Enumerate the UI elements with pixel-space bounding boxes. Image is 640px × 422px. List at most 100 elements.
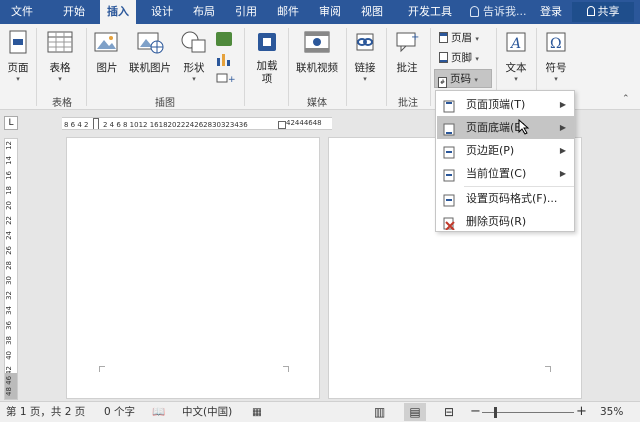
chevron-down-icon: ▾ xyxy=(475,55,479,63)
chart-button[interactable] xyxy=(216,52,232,66)
menu-item-current-position[interactable]: 当前位置(C) ▶ xyxy=(437,162,574,185)
menu-item-page-margins[interactable]: 页边距(P) ▶ xyxy=(437,139,574,162)
share-label: 共享 xyxy=(597,5,620,18)
footer-button[interactable]: 页脚 ▾ xyxy=(436,49,492,67)
zoom-out-icon[interactable]: − xyxy=(470,402,481,422)
ruler-mid-ticks: 2 4 6 8 1012 1618202224262830323436 xyxy=(102,121,248,129)
tab-insert[interactable]: 插入 xyxy=(100,0,136,24)
mouse-cursor-icon xyxy=(518,118,530,138)
vruler-tick: 14 xyxy=(5,156,13,165)
group-label-media: 媒体 xyxy=(307,98,327,109)
chevron-down-icon: ▾ xyxy=(16,75,20,83)
symbol-button[interactable]: Ω 符号 ▾ xyxy=(540,30,572,83)
addins-button[interactable]: 加载项 xyxy=(252,30,282,86)
menu-item-label: 页面顶端(T) xyxy=(466,98,526,111)
smartart-button[interactable] xyxy=(216,32,232,46)
tab-references[interactable]: 引用 xyxy=(228,0,264,24)
tab-mailings[interactable]: 邮件 xyxy=(270,0,306,24)
online-video-label: 联机视频 xyxy=(296,62,338,74)
header-button[interactable]: 页眉 ▾ xyxy=(436,29,492,47)
chevron-down-icon: ▾ xyxy=(192,75,196,83)
word-count[interactable]: 0 个字 xyxy=(104,402,135,422)
header-icon xyxy=(439,32,448,43)
comment-button[interactable]: + 批注 xyxy=(392,30,422,75)
divider xyxy=(288,28,289,106)
zoom-in-icon[interactable]: + xyxy=(576,402,587,422)
divider xyxy=(244,28,245,106)
page-number-button[interactable]: # 页码 ▾ xyxy=(434,69,492,88)
menu-item-remove-page-numbers[interactable]: 删除页码(R) xyxy=(437,210,574,233)
store-icon xyxy=(258,33,276,51)
menu-item-page-bottom[interactable]: 页面底端(B) ▶ xyxy=(437,116,574,139)
vruler-tick: 30 xyxy=(5,276,13,285)
submenu-arrow-icon: ▶ xyxy=(559,146,566,155)
divider xyxy=(346,28,347,106)
comment-icon: + xyxy=(396,32,419,53)
collapse-ribbon-button[interactable]: ⌃ xyxy=(622,94,630,104)
tab-selector[interactable]: L xyxy=(4,116,18,130)
proofing-icon[interactable]: 📖 xyxy=(152,402,165,422)
vruler-tick: 48 46 xyxy=(5,373,17,399)
video-icon xyxy=(304,31,330,53)
text-box-icon: A xyxy=(506,32,526,52)
read-mode-icon[interactable]: ▥ xyxy=(374,402,385,422)
symbol-label: 符号 xyxy=(545,62,567,74)
links-button[interactable]: 链接 ▾ xyxy=(350,30,380,83)
menu-item-format-page-numbers[interactable]: 设置页码格式(F)... xyxy=(437,187,574,210)
table-button[interactable]: 表格 ▾ xyxy=(42,30,78,83)
tab-home[interactable]: 开始 xyxy=(56,0,92,24)
vruler-tick: 40 xyxy=(5,351,13,360)
header-label: 页眉 xyxy=(451,32,472,44)
vruler-tick: 38 xyxy=(5,336,13,345)
chevron-down-icon: ▾ xyxy=(363,75,367,83)
shapes-button[interactable]: 形状 ▾ xyxy=(178,30,210,83)
table-icon xyxy=(47,31,73,53)
login-link[interactable]: 登录 xyxy=(540,0,562,24)
page-bottom-icon xyxy=(443,121,455,136)
chevron-down-icon: ▾ xyxy=(474,76,478,84)
tab-layout[interactable]: 布局 xyxy=(186,0,222,24)
share-button[interactable]: 共享 xyxy=(572,2,634,22)
tab-design[interactable]: 设计 xyxy=(144,0,180,24)
web-layout-icon[interactable]: ⊟ xyxy=(444,402,454,422)
pages-button[interactable]: 页面 ▾ xyxy=(4,30,32,83)
right-indent-marker[interactable] xyxy=(278,121,286,129)
vruler-tick: 32 xyxy=(5,291,13,300)
lightbulb-icon xyxy=(470,6,479,17)
group-label-comments: 批注 xyxy=(398,98,418,109)
vertical-ruler[interactable]: 12 14 16 18 20 22 24 26 28 30 32 34 36 38 40 42 48 46 xyxy=(4,138,18,400)
svg-text:+: + xyxy=(411,32,419,43)
tell-me-text: 告诉我... xyxy=(483,5,527,18)
tab-file[interactable]: 文件 xyxy=(4,0,40,24)
indent-marker[interactable] xyxy=(92,118,99,129)
picture-button[interactable]: 图片 xyxy=(92,30,122,75)
menu-item-page-top[interactable]: 页面顶端(T) ▶ xyxy=(437,93,574,116)
online-video-button[interactable]: 联机视频 xyxy=(292,30,342,75)
print-layout-icon[interactable]: ▤ xyxy=(404,403,426,421)
menu-item-label: 删除页码(R) xyxy=(466,215,527,228)
chart-icon xyxy=(217,54,230,66)
tell-me-box[interactable]: 告诉我... xyxy=(470,0,527,24)
tab-view[interactable]: 视图 xyxy=(354,0,390,24)
person-icon xyxy=(586,6,595,16)
text-button[interactable]: A 文本 ▾ xyxy=(500,30,532,83)
submenu-arrow-icon: ▶ xyxy=(559,123,566,132)
svg-text:A: A xyxy=(509,36,521,52)
zoom-slider-thumb[interactable] xyxy=(494,407,497,418)
macro-record-icon[interactable]: ▦ xyxy=(252,402,262,422)
screenshot-button[interactable]: + xyxy=(216,72,236,85)
zoom-level[interactable]: 35% xyxy=(600,402,623,422)
chevron-down-icon: ▾ xyxy=(554,75,558,83)
tab-review[interactable]: 审阅 xyxy=(312,0,348,24)
divider xyxy=(386,28,387,106)
document-page-1[interactable] xyxy=(66,137,320,399)
page-number-icon: # xyxy=(438,77,447,88)
group-label-table: 表格 xyxy=(52,98,72,109)
language-indicator[interactable]: 中文(中国) xyxy=(182,402,232,422)
tab-developer[interactable]: 开发工具 xyxy=(402,0,458,24)
online-picture-button[interactable]: 联机图片 xyxy=(126,30,174,75)
margin-corner-mark xyxy=(283,366,289,372)
format-page-number-icon xyxy=(443,192,455,207)
page-count[interactable]: 第 1 页，共 2 页 xyxy=(6,402,85,422)
picture-icon xyxy=(94,32,118,52)
